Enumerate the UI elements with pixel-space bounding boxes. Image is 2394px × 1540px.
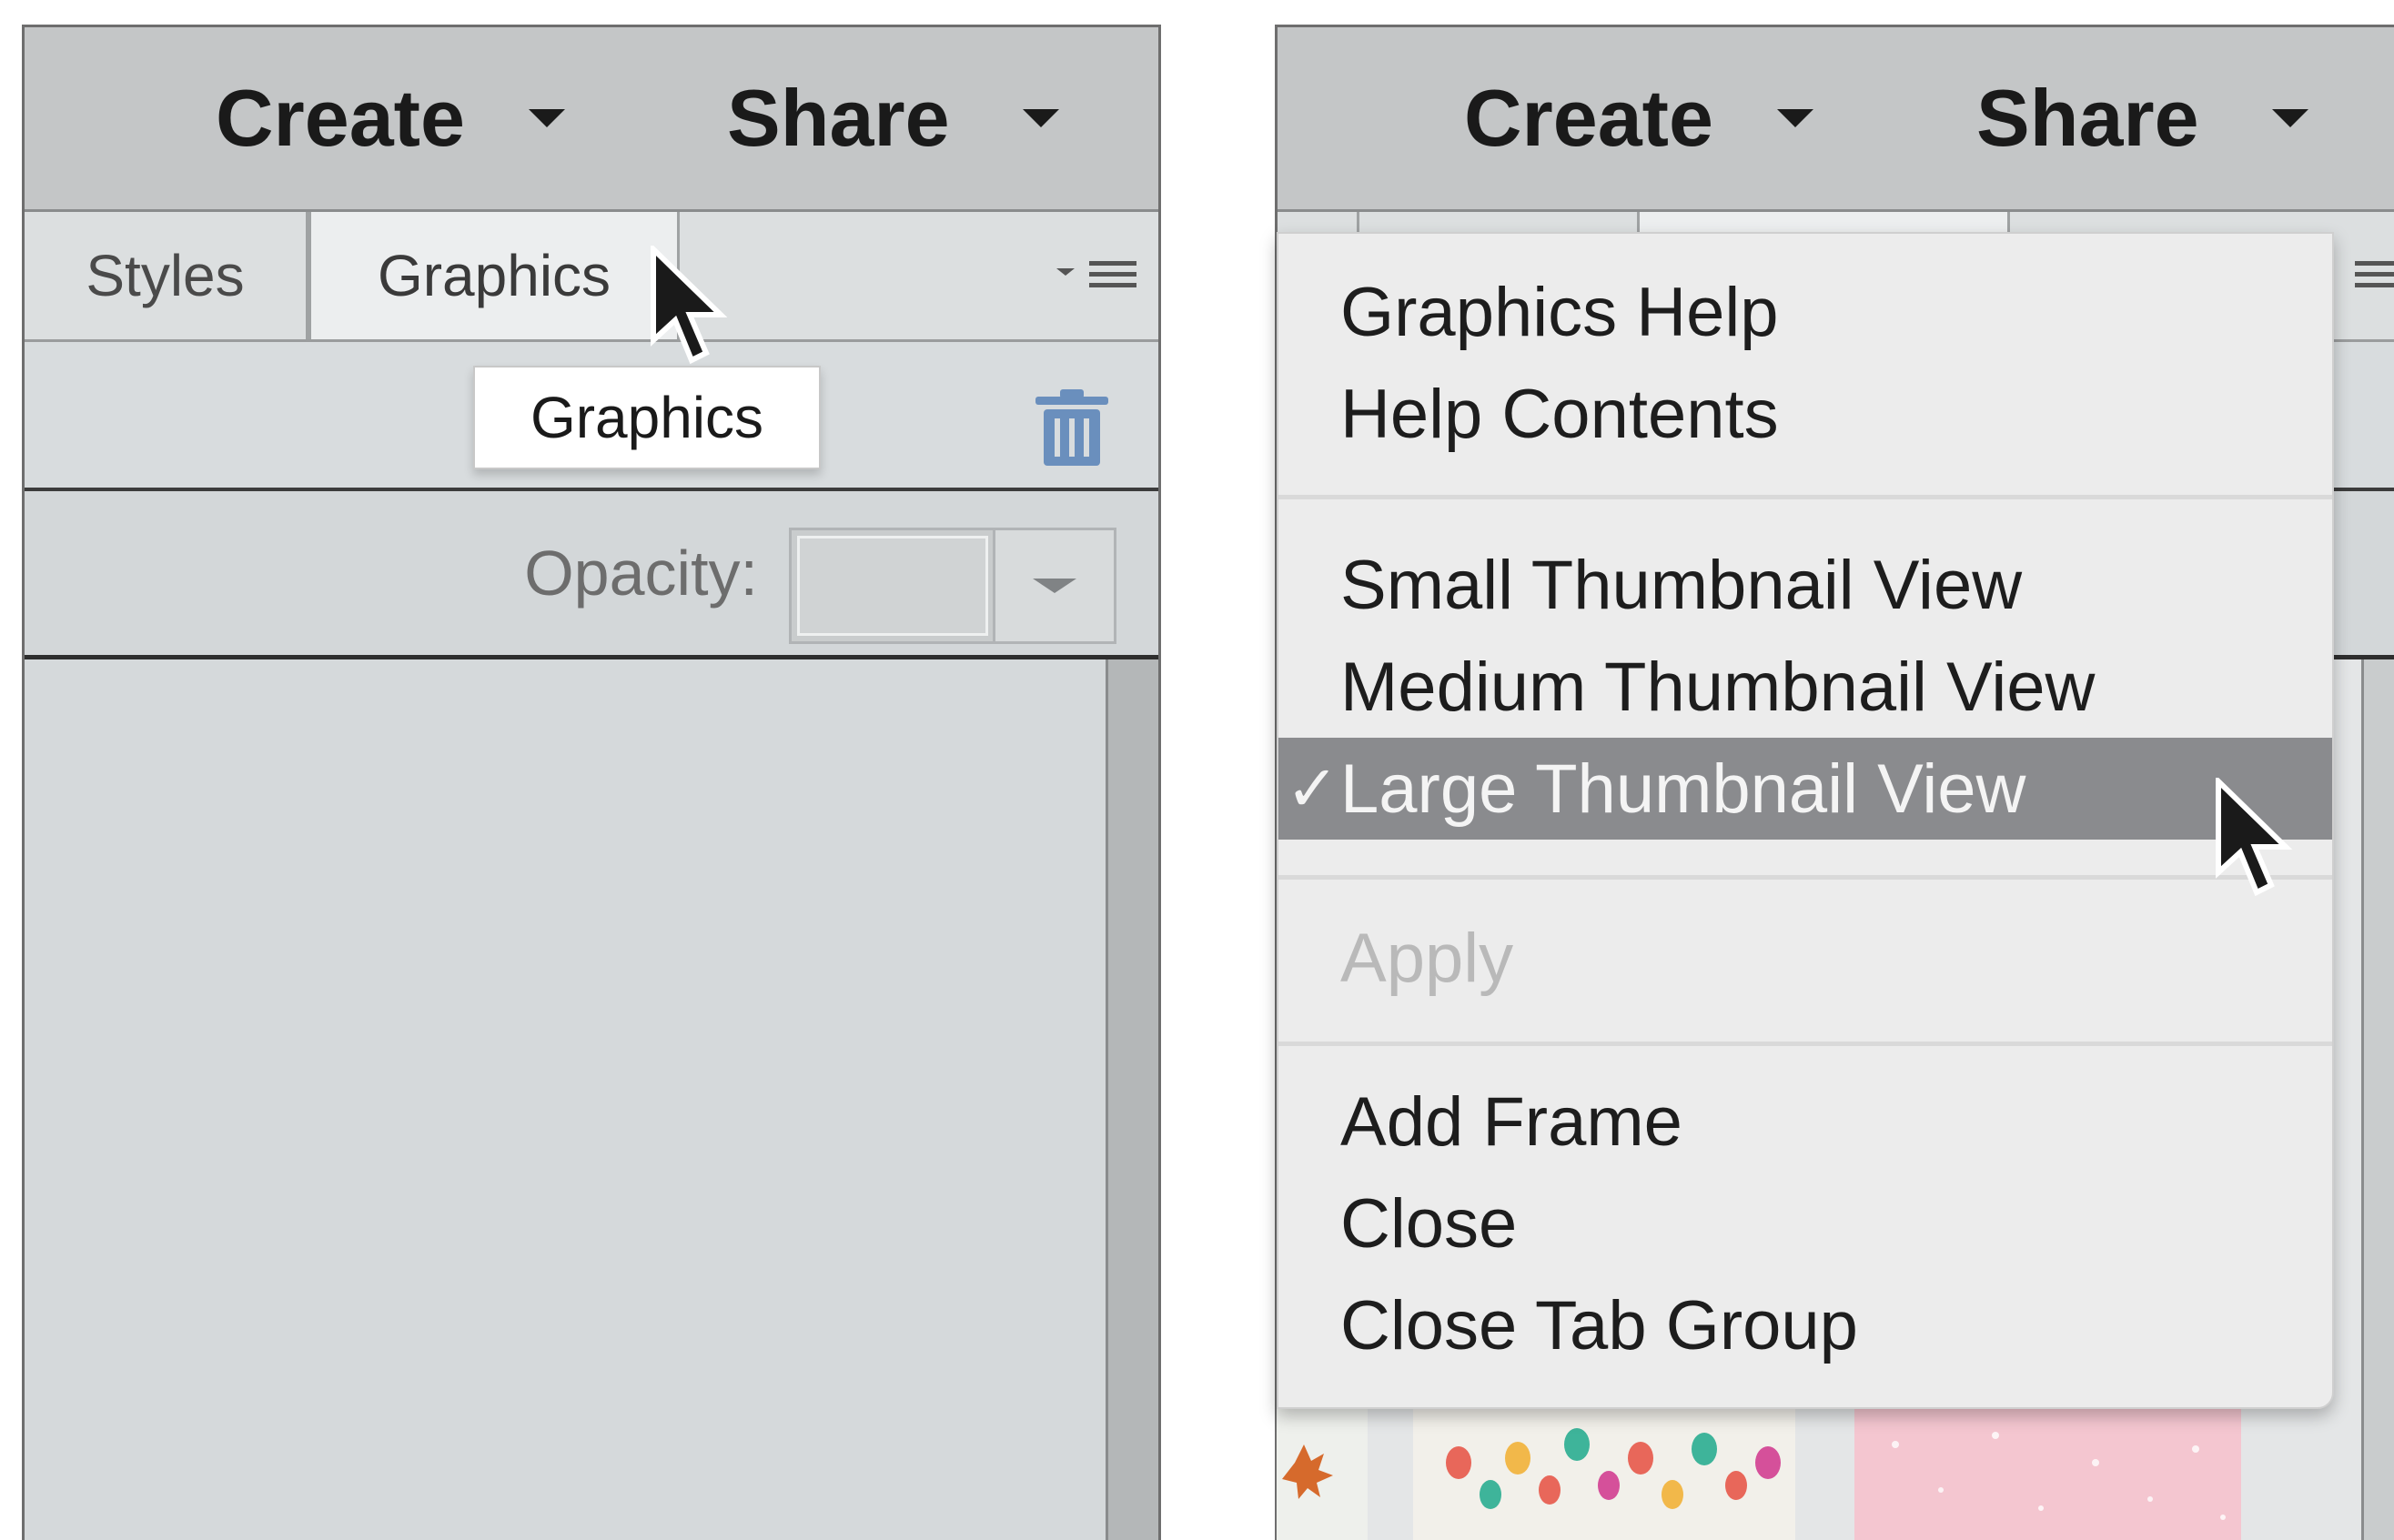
menu-item-help-contents[interactable]: Help Contents <box>1278 363 2332 465</box>
panel-menu-icon[interactable] <box>2346 252 2394 297</box>
menu-item-label: Medium Thumbnail View <box>1340 648 2096 726</box>
tab-label: Styles <box>86 243 245 308</box>
opacity-dropdown-button[interactable] <box>993 530 1114 641</box>
caret-down-icon <box>1033 579 1076 593</box>
caret-down-icon <box>1022 109 1059 127</box>
tab-tooltip: Graphics <box>473 366 821 469</box>
menu-separator <box>1278 1042 2332 1046</box>
tab-label: Graphics <box>377 243 611 308</box>
panel-options-menu: Graphics Help Help Contents Small Thumbn… <box>1277 232 2334 1409</box>
create-button[interactable]: Create <box>1464 27 1813 209</box>
checkmark-icon: ✓ <box>1286 753 1339 824</box>
panel-menu-icon[interactable] <box>1049 252 1140 297</box>
menu-item-label: Graphics Help <box>1340 273 1779 351</box>
pointer-cursor-icon <box>2216 778 2293 897</box>
pink-pattern-thumbnail[interactable] <box>1854 1408 2241 1540</box>
caret-down-icon <box>1776 109 1813 127</box>
menu-item-label: Large Thumbnail View <box>1340 750 2026 828</box>
menu-item-add-frame[interactable]: Add Frame <box>1278 1071 2332 1173</box>
menu-item-graphics-help[interactable]: Graphics Help <box>1278 261 2332 363</box>
menu-item-label: Close Tab Group <box>1340 1286 1858 1364</box>
menu-separator <box>1278 875 2332 880</box>
menu-item-small-thumbnail-view[interactable]: Small Thumbnail View <box>1278 534 2332 636</box>
graphics-thumbnails <box>1277 1408 2241 1540</box>
menu-item-label: Small Thumbnail View <box>1340 546 2023 624</box>
menu-item-label: Close <box>1340 1184 1518 1263</box>
create-button[interactable]: Create <box>216 27 565 209</box>
scrollbar[interactable] <box>2361 659 2394 1540</box>
pointer-cursor-icon <box>651 246 728 365</box>
menu-item-large-thumbnail-view[interactable]: ✓ Large Thumbnail View <box>1278 738 2332 840</box>
tab-graphics[interactable]: Graphics <box>308 212 680 339</box>
scrollbar[interactable] <box>1106 659 1158 1540</box>
create-label: Create <box>1464 73 1713 163</box>
tab-bar: Styles Graphics <box>25 212 1158 342</box>
opacity-field[interactable] <box>789 528 1116 644</box>
share-button[interactable]: Share <box>1976 27 2308 209</box>
menu-item-label: Help Contents <box>1340 375 1779 453</box>
opacity-label: Opacity: <box>524 538 758 609</box>
menu-item-medium-thumbnail-view[interactable]: Medium Thumbnail View <box>1278 636 2332 738</box>
graphics-content-area <box>25 659 1158 1540</box>
top-bar: Create Share <box>1278 27 2394 212</box>
caret-down-icon <box>2271 109 2308 127</box>
share-label: Share <box>727 73 950 163</box>
caret-down-icon <box>528 109 565 127</box>
tab-styles[interactable]: Styles <box>25 212 308 339</box>
top-bar: Create Share <box>25 27 1158 212</box>
opacity-input[interactable] <box>797 536 988 636</box>
menu-item-label: Add Frame <box>1340 1082 1682 1161</box>
menu-item-label: Apply <box>1340 919 1514 997</box>
menu-item-close-tab-group[interactable]: Close Tab Group <box>1278 1274 2332 1376</box>
graphics-panel-left: Create Share Styles Graphics Opacity: <box>22 25 1161 1540</box>
create-label: Create <box>216 73 465 163</box>
share-label: Share <box>1976 73 2199 163</box>
menu-item-close[interactable]: Close <box>1278 1173 2332 1274</box>
share-button[interactable]: Share <box>727 27 1059 209</box>
trash-icon[interactable] <box>1031 388 1113 469</box>
opacity-row: Opacity: <box>25 491 1158 659</box>
menu-separator <box>1278 495 2332 499</box>
menu-item-apply: Apply <box>1278 907 2332 1009</box>
